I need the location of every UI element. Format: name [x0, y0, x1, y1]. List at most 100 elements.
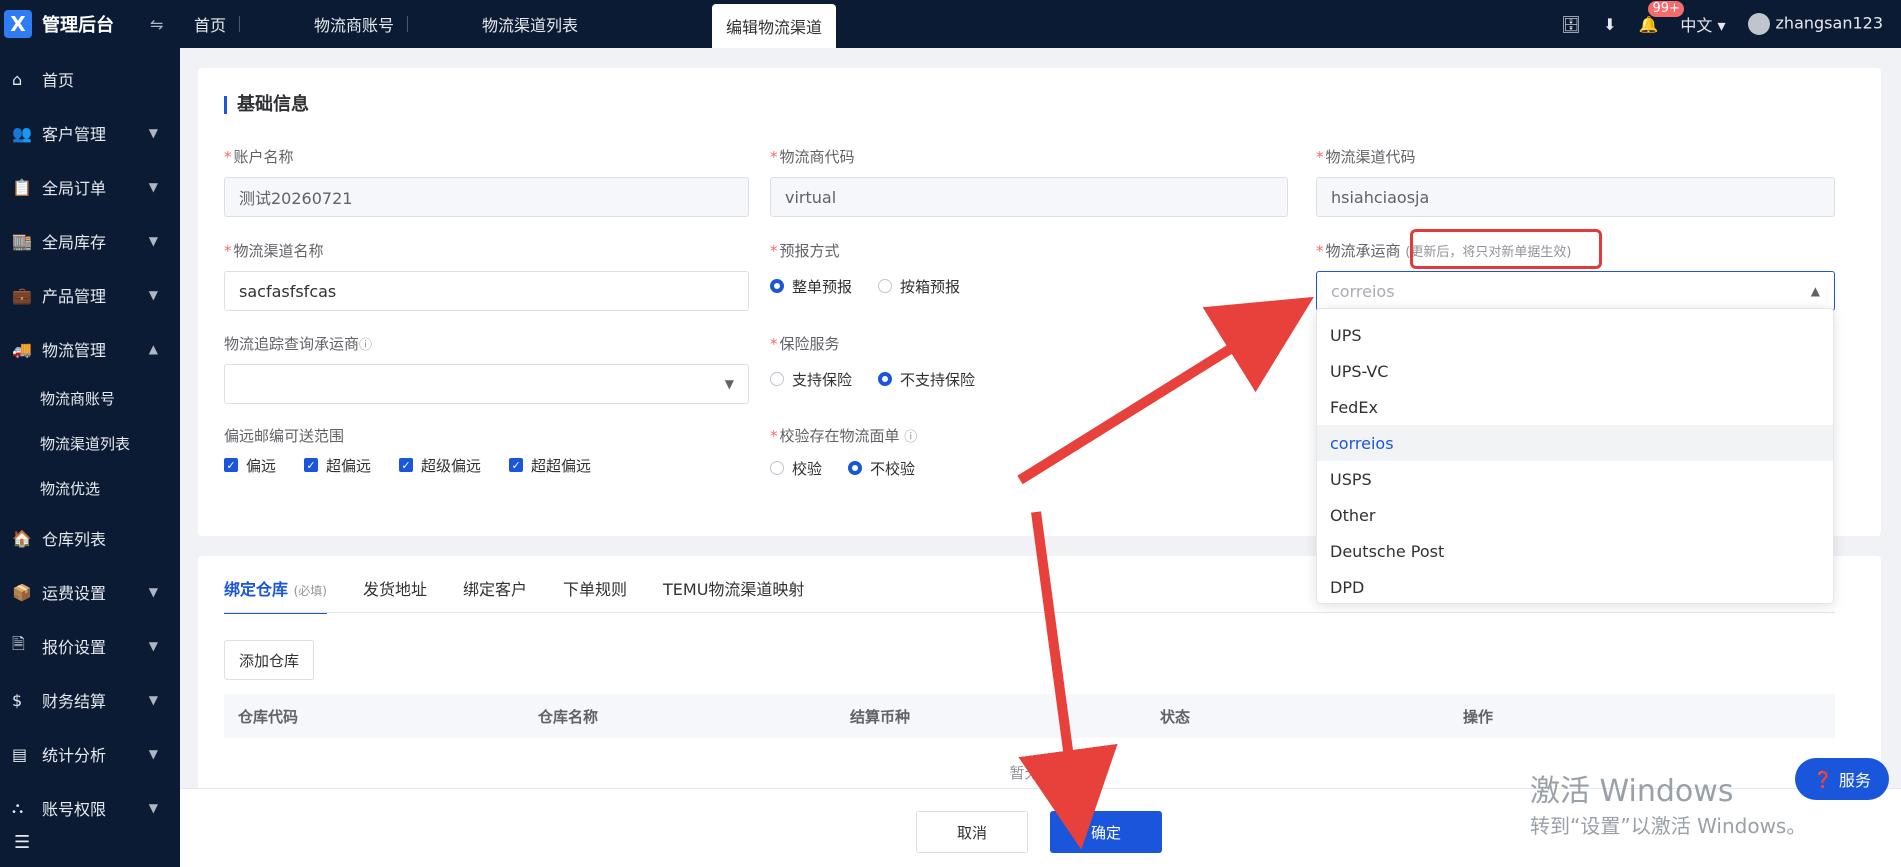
bell-icon[interactable]: 🔔 99+	[1638, 0, 1684, 34]
radio-label: 不校验	[870, 459, 916, 478]
download-icon[interactable]: ⬇	[1603, 15, 1616, 34]
service-button[interactable]: ❓ 服务	[1795, 758, 1889, 800]
sidebar-subitem[interactable]: 物流商账号	[0, 376, 180, 421]
top-right-tools: 🗄 ⬇ 🔔 99+ 中文 ▾ zhangsan123	[1561, 0, 1901, 48]
sidebar-item[interactable]: ⌂ 首页	[0, 52, 180, 106]
channel-code-field: * 物流渠道代码 hsiahciaosja	[1316, 146, 1835, 217]
sidebar-toggle-icon[interactable]: ⇋	[150, 15, 163, 34]
tracking-carrier-select[interactable]: ▼	[224, 364, 749, 404]
warehouse-list-icon: 🏠	[12, 528, 32, 548]
sidebar-item[interactable]: 🚚 物流管理 ▲	[0, 322, 180, 376]
app-logo: X	[4, 10, 32, 38]
org-icon: ⛬	[12, 798, 24, 817]
sidebar-subitem[interactable]: 物流优选	[0, 466, 180, 511]
verify-label-field: * 校验存在物流面单 ⓘ 校验 不校验	[770, 425, 917, 486]
verify-label-radios: 校验 不校验	[770, 450, 917, 486]
sidebar-item-label: 客户管理	[42, 125, 107, 144]
page-tab[interactable]: 物流商账号	[300, 0, 409, 48]
radio-label: 不支持保险	[900, 370, 976, 389]
chevron-down-icon: ▼	[148, 801, 158, 815]
column-header: 操作	[1463, 707, 1494, 726]
info-icon[interactable]: ⓘ	[359, 338, 372, 353]
forecast-method-label: 预报方式	[779, 242, 840, 260]
confirm-button[interactable]: 确定	[1050, 811, 1162, 853]
channel-code-input[interactable]: hsiahciaosja	[1316, 177, 1835, 217]
add-warehouse-button[interactable]: 添加仓库	[224, 640, 315, 680]
dropdown-option[interactable]: Deutsche Post	[1317, 533, 1833, 569]
checkbox-remote[interactable]: ✓ 偏远	[224, 455, 276, 476]
column-header: 仓库名称	[538, 707, 599, 726]
forecast-method-radios: 整单预报 按箱预报	[770, 271, 960, 301]
sidebar-item[interactable]: 💼 产品管理 ▼	[0, 268, 180, 322]
dropdown-option[interactable]: FedEx	[1317, 389, 1833, 425]
page-tab[interactable]: 首页	[180, 0, 241, 48]
section-title: 基础信息	[224, 96, 309, 114]
binding-tab[interactable]: TEMU物流渠道映射	[663, 576, 804, 614]
sidebar-item[interactable]: ▤ 统计分析 ▼	[0, 727, 180, 781]
checkbox-label: 超级偏远	[421, 456, 482, 475]
carrier-select[interactable]: correios ▲	[1316, 271, 1835, 311]
radio-verify[interactable]: 校验	[770, 458, 822, 479]
binding-tab[interactable]: 发货地址	[363, 576, 427, 614]
checkbox-label: 超偏远	[326, 456, 372, 475]
chevron-down-icon: ▼	[148, 747, 158, 761]
sidebar-item[interactable]: ⛬ 账号权限 ▼	[0, 781, 180, 835]
dollar-icon: $	[12, 690, 23, 710]
app-title: 管理后台	[42, 15, 114, 36]
sidebar-menu: ⌂ 首页 👥 客户管理 ▼ 📋 全局订单 ▼ 🏬 全局库存 ▼ 💼 产品管理 ▼ 🚚 物流管理 ▲ 物流商账号 物流…	[0, 52, 180, 835]
page-tab[interactable]: 物流渠道列表	[468, 0, 592, 48]
radio-no-verify[interactable]: 不校验	[848, 458, 915, 479]
cancel-button[interactable]: 取消	[916, 811, 1028, 853]
remote-range-label: 偏远邮编可送范围	[224, 427, 345, 445]
chevron-down-icon: ▼	[148, 639, 158, 653]
chevron-down-icon: ▼	[148, 234, 158, 248]
dropdown-option[interactable]: DPD	[1317, 569, 1833, 605]
checkbox-ultra-remote[interactable]: ✓ 超超偏远	[509, 455, 591, 476]
service-label: 服务	[1838, 771, 1871, 790]
radio-by-box[interactable]: 按箱预报	[878, 276, 960, 297]
insurance-field: * 保险服务 支持保险 不支持保险	[770, 333, 975, 394]
brand: X 管理后台 ⇋	[0, 0, 180, 48]
channel-name-input[interactable]: sacfasfsfcas	[224, 271, 749, 311]
radio-no-insurance[interactable]: 不支持保险	[878, 369, 975, 390]
binding-tab[interactable]: 下单规则	[563, 576, 627, 614]
sidebar-item[interactable]: 🏠 仓库列表	[0, 511, 180, 565]
column-header: 仓库代码	[238, 707, 299, 726]
clipboard-icon: 📋	[12, 177, 32, 197]
info-icon[interactable]: ⓘ	[904, 430, 917, 445]
dropdown-option[interactable]: UPS	[1317, 317, 1833, 353]
checkbox-label: 超超偏远	[531, 456, 592, 475]
binding-tab[interactable]: 绑定客户	[463, 576, 527, 614]
dropdown-option[interactable]: Other	[1317, 497, 1833, 533]
sidebar-item[interactable]: 🗎 报价设置 ▼	[0, 619, 180, 673]
sidebar-item-label: 账号权限	[42, 800, 107, 819]
radio-whole-order[interactable]: 整单预报	[770, 276, 852, 297]
sidebar-item-label: 统计分析	[42, 746, 107, 765]
dropdown-option[interactable]: correios	[1317, 425, 1833, 461]
sidebar-item[interactable]: 👥 客户管理 ▼	[0, 106, 180, 160]
dropdown-option[interactable]: UPS-VC	[1317, 353, 1833, 389]
activate-line1: 激活 Windows	[1530, 774, 1734, 809]
sidebar-item-label: 全局库存	[42, 233, 107, 252]
carrier-dropdown: UPS UPS-VC FedEx correios USPS Other Deutsche …	[1316, 308, 1834, 604]
radio-support-insurance[interactable]: 支持保险	[770, 369, 852, 390]
sidebar-subitem[interactable]: 物流渠道列表	[0, 421, 180, 466]
sidebar-item[interactable]: 📦 运费设置 ▼	[0, 565, 180, 619]
page-tab[interactable]: 编辑物流渠道	[712, 4, 837, 48]
checkbox-super-remote[interactable]: ✓ 超级偏远	[399, 455, 481, 476]
chart-icon: ▤	[12, 744, 28, 764]
menu-collapse-icon[interactable]: ☰	[14, 832, 30, 853]
binding-tab[interactable]: 绑定仓库 (必填)	[224, 576, 327, 614]
users-icon: 👥	[12, 123, 32, 143]
dropdown-option[interactable]: USPS	[1317, 461, 1833, 497]
channel-code-value: hsiahciaosja	[1331, 187, 1430, 207]
provider-code-input[interactable]: virtual	[770, 177, 1288, 217]
checkbox-extra-remote[interactable]: ✓ 超偏远	[304, 455, 371, 476]
language-selector[interactable]: 中文 ▾	[1680, 12, 1725, 36]
sidebar-item[interactable]: $ 财务结算 ▼	[0, 673, 180, 727]
account-name-input[interactable]: 测试20260721	[224, 177, 749, 217]
sidebar-item[interactable]: 📋 全局订单 ▼	[0, 160, 180, 214]
inbox-icon[interactable]: 🗄	[1561, 15, 1581, 34]
sidebar-item[interactable]: 🏬 全局库存 ▼	[0, 214, 180, 268]
user-menu[interactable]: zhangsan123	[1747, 13, 1883, 35]
